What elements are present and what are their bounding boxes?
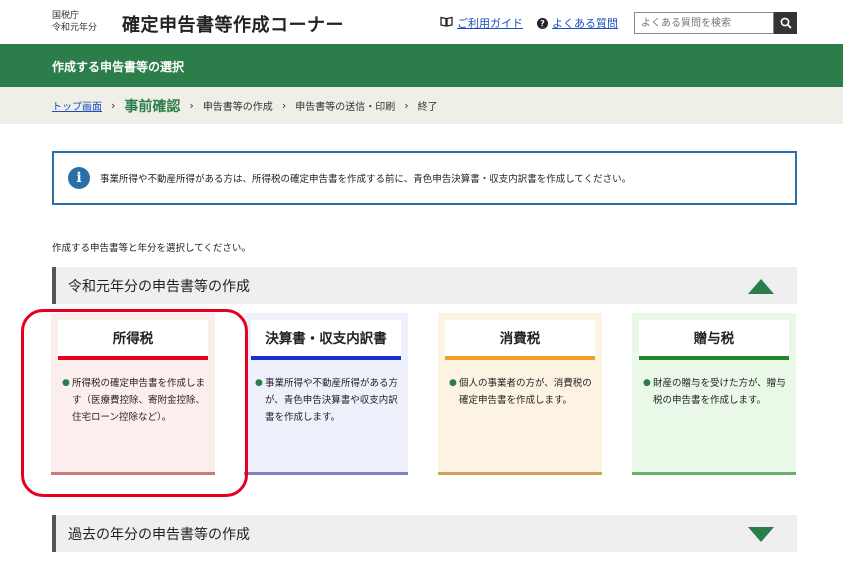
page-header: 作成する申告書等の選択 xyxy=(0,44,843,87)
faq-search-input[interactable] xyxy=(634,12,774,34)
consumption-tax-card[interactable]: 消費税 ● 個人の事業者の方が、消費税の確定申告書を作成します。 xyxy=(438,313,602,475)
breadcrumb: トップ画面 › 事前確認 › 申告書等の作成 › 申告書等の送信・印刷 › 終了 xyxy=(0,87,843,124)
agency-label: 国税庁 令和元年分 xyxy=(52,10,97,34)
faq-link[interactable]: ? よくある質問 xyxy=(537,15,618,31)
card-title-text: 決算書・収支内訳書 xyxy=(265,331,387,347)
info-icon: i xyxy=(68,167,90,189)
breadcrumb-separator: › xyxy=(111,99,116,112)
info-notice: i 事業所得や不動産所得がある方は、所得税の確定申告書を作成する前に、青色申告決… xyxy=(52,151,797,205)
faq-label[interactable]: よくある質問 xyxy=(552,15,618,31)
past-years-section-title: 過去の年分の申告書等の作成 xyxy=(68,526,250,543)
card-accent-bar xyxy=(639,356,789,360)
search-button[interactable] xyxy=(774,12,797,34)
card-title: 贈与税 xyxy=(639,320,789,360)
gift-tax-card[interactable]: 贈与税 ● 財産の贈与を受けた方が、贈与税の申告書を作成します。 xyxy=(632,313,796,475)
card-description: ● 事業所得や不動産所得がある方が、青色申告決算書や収支内訳書を作成します。 xyxy=(255,375,403,426)
card-bottom-border xyxy=(244,472,408,475)
card-title-text: 消費税 xyxy=(499,331,541,347)
tax-year-label: 令和元年分 xyxy=(52,23,98,33)
breadcrumb-finish: 終了 xyxy=(417,102,438,113)
card-title: 決算書・収支内訳書 xyxy=(251,320,401,360)
financial-statement-card[interactable]: 決算書・収支内訳書 ● 事業所得や不動産所得がある方が、青色申告決算書や収支内訳書… xyxy=(244,313,408,475)
usage-guide-link[interactable]: ご利用ガイド xyxy=(440,15,523,31)
instruction-text: 作成する申告書等と年分を選択してください。 xyxy=(52,243,251,254)
page-title: 作成する申告書等の選択 xyxy=(52,60,185,74)
card-bottom-border xyxy=(632,472,796,475)
card-accent-bar xyxy=(251,356,401,360)
usage-guide-label[interactable]: ご利用ガイド xyxy=(457,15,523,31)
breadcrumb-top[interactable]: トップ画面 xyxy=(52,98,102,113)
bullet-icon: ● xyxy=(643,378,651,388)
card-description-text: 事業所得や不動産所得がある方が、青色申告決算書や収支内訳書を作成します。 xyxy=(265,378,399,423)
current-year-section-title: 令和元年分の申告書等の作成 xyxy=(68,278,250,295)
card-description-text: 個人の事業者の方が、消費税の確定申告書を作成します。 xyxy=(459,378,592,406)
site-header: 国税庁 令和元年分 確定申告書等作成コーナー ご利用ガイド ? よくある質問 xyxy=(0,0,843,44)
card-bottom-border xyxy=(438,472,602,475)
past-years-section-header[interactable]: 過去の年分の申告書等の作成 xyxy=(52,515,797,552)
search-icon xyxy=(780,14,792,33)
breadcrumb-separator: › xyxy=(281,99,287,112)
agency-name: 国税庁 xyxy=(52,11,80,21)
book-icon xyxy=(440,16,453,30)
expand-arrow-icon[interactable] xyxy=(748,527,774,542)
breadcrumb-current: 事前確認 xyxy=(124,98,181,115)
bullet-icon: ● xyxy=(449,378,457,388)
breadcrumb-create: 申告書等の作成 xyxy=(202,102,273,113)
current-year-section-header[interactable]: 令和元年分の申告書等の作成 xyxy=(52,267,797,304)
bullet-icon: ● xyxy=(255,378,263,388)
card-title: 消費税 xyxy=(445,320,595,360)
card-title-text: 贈与税 xyxy=(693,331,735,347)
breadcrumb-separator: › xyxy=(404,99,409,112)
collapse-arrow-icon[interactable] xyxy=(748,279,774,294)
card-description: ● 財産の贈与を受けた方が、贈与税の申告書を作成します。 xyxy=(643,375,791,409)
breadcrumb-separator: › xyxy=(189,99,194,112)
breadcrumb-send-print: 申告書等の送信・印刷 xyxy=(295,102,396,113)
card-description-text: 財産の贈与を受けた方が、贈与税の申告書を作成します。 xyxy=(653,378,786,406)
question-icon: ? xyxy=(537,17,548,29)
info-text: 事業所得や不動産所得がある方は、所得税の確定申告書を作成する前に、青色申告決算書… xyxy=(100,174,632,185)
site-title: 確定申告書等作成コーナー xyxy=(122,15,344,36)
card-description: ● 個人の事業者の方が、消費税の確定申告書を作成します。 xyxy=(449,375,597,409)
highlight-outline xyxy=(21,309,248,497)
card-accent-bar xyxy=(445,356,595,360)
